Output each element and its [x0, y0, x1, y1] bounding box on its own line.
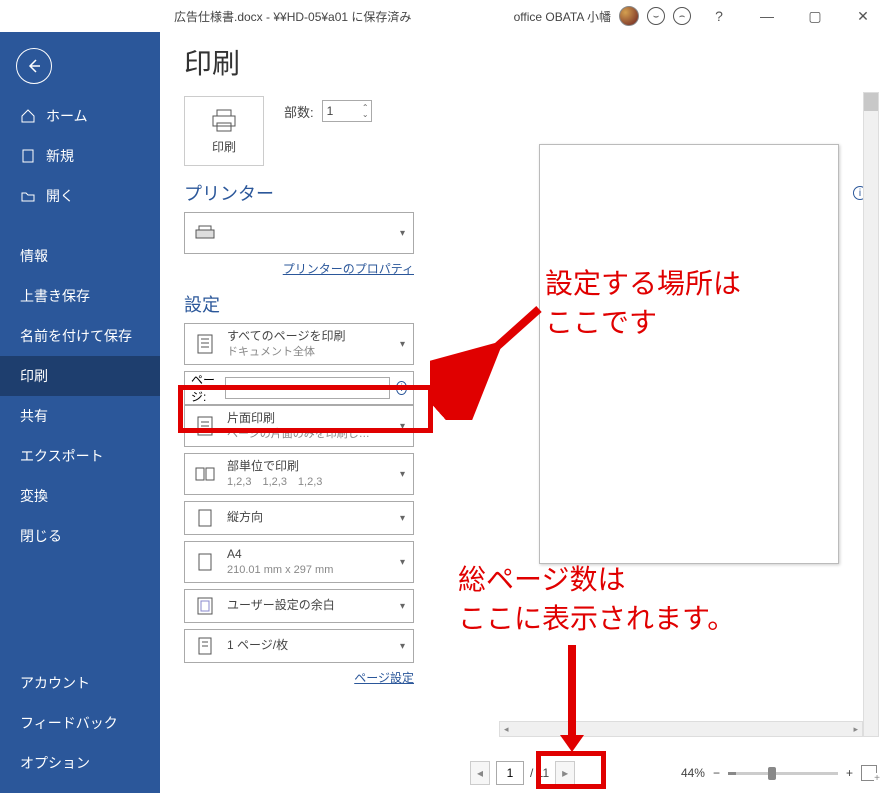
sidebar-item-close[interactable]: 閉じる	[0, 516, 160, 556]
title-bar: 広告仕様書.docx - ¥¥HD-05¥a01 に保存済み office OB…	[0, 0, 887, 32]
sidebar-label: フィードバック	[20, 713, 118, 733]
sidebar-item-open[interactable]: 開く	[0, 176, 160, 216]
print-button-label: 印刷	[212, 138, 236, 155]
print-button[interactable]: 印刷	[184, 96, 264, 166]
next-page-button[interactable]: ▸	[555, 761, 575, 785]
prev-page-button[interactable]: ◂	[470, 761, 490, 785]
annotation-text-top: 設定する場所は ここです	[545, 264, 741, 342]
sidebar-item-info[interactable]: 情報	[0, 236, 160, 276]
sidebar-label: 新規	[46, 146, 74, 166]
pages-label: ページ:	[191, 371, 219, 405]
user-avatar[interactable]	[619, 6, 639, 26]
sidebar-item-save[interactable]: 上書き保存	[0, 276, 160, 316]
zoom-slider[interactable]	[728, 772, 838, 775]
sidebar-label: エクスポート	[20, 446, 104, 466]
annotation-arrow-top	[430, 290, 560, 420]
orientation-dropdown[interactable]: 縦方向	[184, 501, 414, 535]
smile-icon[interactable]: ⌣	[647, 7, 665, 25]
pages-per-sheet-dropdown[interactable]: 1 ページ/枚	[184, 629, 414, 663]
sidebar-item-feedback[interactable]: フィードバック	[0, 703, 160, 743]
zoom-in-button[interactable]: +	[846, 766, 853, 780]
zoom-out-button[interactable]: −	[713, 766, 720, 780]
sidebar-item-print[interactable]: 印刷	[0, 356, 160, 396]
sidebar-label: 上書き保存	[20, 286, 90, 306]
printer-dropdown[interactable]	[184, 212, 414, 254]
pages-icon	[193, 333, 217, 355]
pages-input-row: ページ: i	[184, 371, 414, 405]
sidebar-label: 名前を付けて保存	[20, 326, 132, 346]
sidebar-item-new[interactable]: 新規	[0, 136, 160, 176]
sidebar-item-account[interactable]: アカウント	[0, 663, 160, 703]
pages-input[interactable]	[225, 377, 390, 399]
sidebar-label: 印刷	[20, 366, 48, 386]
page-title: 印刷	[184, 42, 867, 82]
preview-page	[539, 144, 839, 564]
new-icon	[20, 148, 36, 164]
page-setup-link[interactable]: ページ設定	[354, 671, 414, 685]
printer-properties-link[interactable]: プリンターのプロパティ	[283, 262, 414, 276]
backstage-sidebar: ホーム 新規 開く 情報 上書き保存 名前を付けて保存 印刷 共有 エクスポート…	[0, 32, 160, 793]
frown-icon[interactable]: ⌢	[673, 7, 691, 25]
portrait-icon	[193, 508, 217, 528]
home-icon	[20, 108, 36, 124]
zoom-percent: 44%	[681, 766, 705, 780]
per-sheet-icon	[193, 636, 217, 656]
sidebar-item-export[interactable]: エクスポート	[0, 436, 160, 476]
back-arrow-icon	[26, 58, 42, 74]
user-name: office OBATA 小幡	[514, 8, 611, 25]
help-button[interactable]: ?	[699, 2, 739, 30]
sidebar-label: 情報	[20, 246, 48, 266]
maximize-button[interactable]: ▢	[795, 2, 835, 30]
back-button[interactable]	[16, 48, 52, 84]
sidebar-item-home[interactable]: ホーム	[0, 96, 160, 136]
margins-dropdown[interactable]: ユーザー設定の余白	[184, 589, 414, 623]
collate-dropdown[interactable]: 部単位で印刷1,2,3 1,2,3 1,2,3	[184, 453, 414, 495]
print-range-dropdown[interactable]: すべてのページを印刷ドキュメント全体	[184, 323, 414, 365]
sidebar-label: 閉じる	[20, 526, 62, 546]
sidebar-item-saveas[interactable]: 名前を付けて保存	[0, 316, 160, 356]
paper-size-dropdown[interactable]: A4210.01 mm x 297 mm	[184, 541, 414, 583]
fit-to-window-button[interactable]	[861, 765, 877, 781]
annotation-arrow-bottom	[552, 640, 592, 755]
sidebar-item-options[interactable]: オプション	[0, 743, 160, 783]
minimize-button[interactable]: —	[747, 2, 787, 30]
margins-icon	[193, 596, 217, 616]
close-button[interactable]: ✕	[843, 2, 883, 30]
preview-footer: ◂ / 11 ▸ 44% − +	[460, 753, 887, 793]
copies-input[interactable]: 1	[322, 100, 372, 122]
vertical-scrollbar[interactable]	[863, 92, 879, 737]
printer-device-icon	[193, 224, 217, 242]
document-title: 広告仕様書.docx - ¥¥HD-05¥a01 に保存済み	[174, 8, 411, 25]
sidebar-label: 共有	[20, 406, 48, 426]
paper-icon	[193, 552, 217, 572]
sidebar-label: 変換	[20, 486, 48, 506]
sidebar-item-transform[interactable]: 変換	[0, 476, 160, 516]
total-pages-label: / 11	[530, 766, 549, 780]
collate-icon	[193, 465, 217, 483]
sidebar-item-share[interactable]: 共有	[0, 396, 160, 436]
sidebar-label: アカウント	[20, 673, 90, 693]
copies-label: 部数:	[284, 102, 314, 121]
oneside-icon	[193, 415, 217, 437]
current-page-input[interactable]	[496, 761, 524, 785]
sidebar-label: 開く	[46, 186, 74, 206]
open-icon	[20, 188, 36, 204]
printer-icon	[209, 108, 239, 134]
sidebar-label: ホーム	[46, 106, 88, 126]
info-icon[interactable]: i	[396, 381, 407, 395]
annotation-text-bottom: 総ページ数は ここに表示されます。	[458, 560, 735, 638]
sides-dropdown[interactable]: 片面印刷ページの片面のみを印刷し…	[184, 405, 414, 447]
sidebar-label: オプション	[20, 753, 90, 773]
